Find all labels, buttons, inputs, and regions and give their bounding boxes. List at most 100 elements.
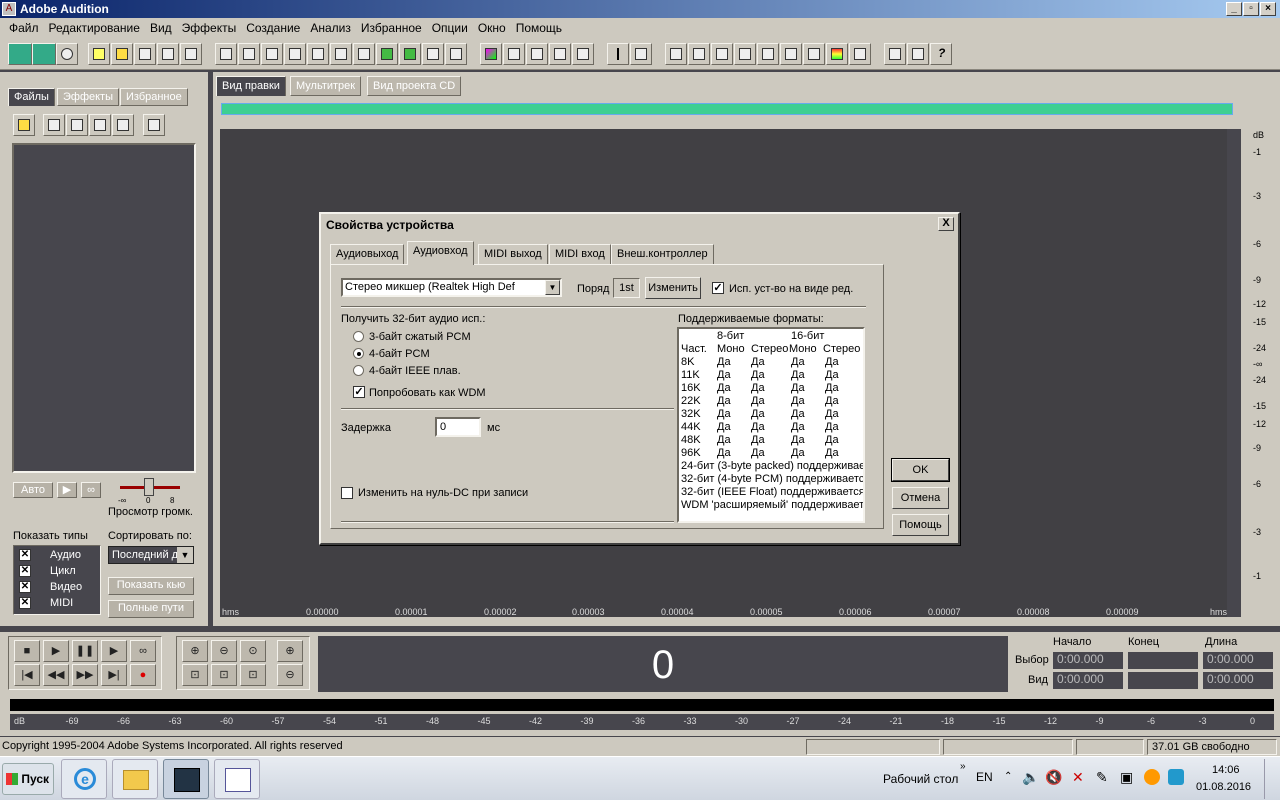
open-icon[interactable] [13, 114, 35, 136]
multitrack-view-icon[interactable] [32, 43, 56, 65]
checkbox-tool-icon[interactable] [503, 43, 525, 65]
wdm-checkbox[interactable]: ✓ [353, 386, 365, 398]
type-video-checkbox[interactable]: ✕ [19, 581, 31, 593]
start-button[interactable]: Пуск [2, 763, 54, 795]
tab-edit-view[interactable]: Вид правки [216, 76, 286, 96]
play-icon[interactable]: ▶ [43, 640, 69, 662]
save-all-icon[interactable] [157, 43, 179, 65]
view-begin-field[interactable]: 0:00.000 [1053, 672, 1123, 689]
cut-icon[interactable] [330, 43, 352, 65]
radio-ieee[interactable] [353, 365, 364, 376]
zoom-left-icon[interactable]: ⊡ [211, 664, 237, 686]
use-device-checkbox[interactable]: ✓ [712, 282, 724, 294]
tab-audio-in[interactable]: Аудиовход [407, 241, 474, 265]
latency-input[interactable]: 0 [435, 417, 481, 437]
device-select[interactable]: Стерео микшер (Realtek High Def [341, 278, 562, 297]
loop-icon[interactable]: ∞ [81, 482, 101, 498]
close-icon[interactable]: X [938, 217, 954, 231]
play-to-end-icon[interactable]: ▶ [101, 640, 127, 662]
close-file-icon[interactable] [43, 114, 65, 136]
pen-icon[interactable]: ✎ [1096, 769, 1108, 786]
selection-length-field[interactable]: 0:00.000 [1203, 652, 1273, 669]
options-icon[interactable] [143, 114, 165, 136]
insert-icon[interactable] [66, 114, 88, 136]
save-icon[interactable] [134, 43, 156, 65]
menu-file[interactable]: Файл [4, 21, 44, 35]
desktop-label[interactable]: Рабочий стол [883, 772, 958, 786]
close-icon[interactable]: × [1260, 2, 1276, 16]
selection-end-field[interactable] [1128, 652, 1198, 669]
tab-midi-in[interactable]: MIDI вход [549, 244, 611, 264]
undo-icon[interactable] [215, 43, 237, 65]
volume-mute-icon[interactable]: 🔇 [1045, 769, 1062, 786]
paste-new-icon[interactable] [376, 43, 398, 65]
rewind-icon[interactable]: ◀◀ [43, 664, 69, 686]
explorer-icon[interactable] [112, 759, 158, 799]
time-panel-icon[interactable] [780, 43, 802, 65]
trim-icon[interactable] [422, 43, 444, 65]
full-paths-button[interactable]: Полные пути [108, 600, 194, 618]
grid3-icon[interactable] [572, 43, 594, 65]
zoom-right-icon[interactable]: ⊡ [240, 664, 266, 686]
help-button[interactable]: Помощь [892, 514, 949, 536]
paste-icon[interactable] [353, 43, 375, 65]
menu-generate[interactable]: Создание [241, 21, 305, 35]
save-selection-icon[interactable] [180, 43, 202, 65]
overview-bar[interactable] [221, 103, 1233, 115]
grid2-icon[interactable] [549, 43, 571, 65]
volume-slider[interactable] [144, 478, 154, 496]
mix-paste-icon[interactable] [399, 43, 421, 65]
silence-icon[interactable] [445, 43, 467, 65]
change-button[interactable]: Изменить [645, 277, 701, 299]
network-icon[interactable]: ✕ [1072, 769, 1084, 786]
auto-button[interactable]: Авто [13, 482, 53, 498]
language-indicator[interactable]: EN [976, 770, 993, 784]
panel2-icon[interactable] [688, 43, 710, 65]
redo-icon[interactable] [238, 43, 260, 65]
go-to-end-icon[interactable]: ▶| [101, 664, 127, 686]
selection-panel-icon[interactable] [803, 43, 825, 65]
app-icon[interactable]: A [2, 2, 16, 16]
marquee-icon[interactable] [630, 43, 652, 65]
chevron-down-icon[interactable]: ▼ [545, 280, 560, 295]
tray-expand-icon[interactable]: ⌃ [1004, 771, 1012, 782]
chevron-down-icon[interactable]: ▼ [177, 547, 193, 563]
copy-new-icon[interactable] [307, 43, 329, 65]
play-preview-icon[interactable] [89, 114, 111, 136]
play-icon[interactable]: ▶ [57, 482, 77, 498]
zoom-vertical-out-icon[interactable]: ⊖ [277, 664, 303, 686]
type-midi-checkbox[interactable]: ✕ [19, 597, 31, 609]
cd-view-icon[interactable] [56, 43, 78, 65]
clock-time[interactable]: 14:06 [1212, 764, 1240, 776]
level-meter-icon[interactable] [826, 43, 848, 65]
tab-multitrack[interactable]: Мультитрек [290, 76, 362, 96]
fast-forward-icon[interactable]: ▶▶ [72, 664, 98, 686]
go-to-start-icon[interactable]: |◀ [14, 664, 40, 686]
status-bar-icon[interactable] [849, 43, 871, 65]
edit-file-icon[interactable] [112, 114, 134, 136]
grid-icon[interactable] [526, 43, 548, 65]
type-audio-checkbox[interactable]: ✕ [19, 549, 31, 561]
radio-3byte[interactable] [353, 331, 364, 342]
tab-files[interactable]: Файлы [8, 88, 55, 106]
minimize-button[interactable]: _ [1226, 2, 1242, 16]
tab-external-controller[interactable]: Внеш.контроллер [611, 244, 714, 264]
show-desktop-button[interactable] [1264, 759, 1278, 799]
maximize-button[interactable]: ▫ [1243, 2, 1259, 16]
menu-analyze[interactable]: Анализ [305, 21, 356, 35]
repeat-icon[interactable] [261, 43, 283, 65]
menu-help[interactable]: Помощь [511, 21, 567, 35]
dc-checkbox[interactable] [341, 487, 353, 499]
update-icon[interactable] [1144, 769, 1160, 785]
time-selection-icon[interactable] [607, 43, 629, 65]
zoom-vertical-in-icon[interactable]: ⊕ [277, 640, 303, 662]
device-icon[interactable]: ▣ [1120, 769, 1133, 786]
tab-favorites[interactable]: Избранное [120, 88, 188, 106]
clock-date[interactable]: 01.08.2016 [1196, 781, 1251, 793]
record-icon[interactable]: ● [130, 664, 156, 686]
zoom-panel-icon[interactable] [757, 43, 779, 65]
copy-icon[interactable] [284, 43, 306, 65]
menu-view[interactable]: Вид [145, 21, 177, 35]
script-icon[interactable] [907, 43, 929, 65]
ok-button[interactable]: OK [891, 458, 950, 482]
